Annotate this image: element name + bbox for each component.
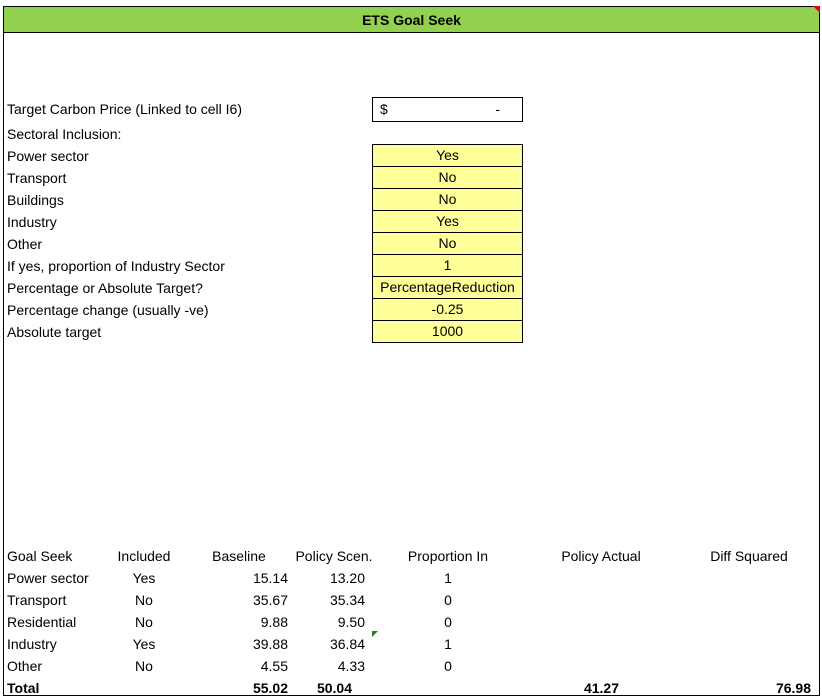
table-cell-proportion: 1 [444,570,452,586]
total-baseline: 55.02 [252,680,288,696]
currency-symbol: $ [380,101,388,117]
total-policy-actual: 41.27 [583,680,619,696]
input-cell-buildings[interactable]: No [372,188,523,211]
col-header-included: Included [117,548,171,564]
table-cell-proportion: 0 [444,614,452,630]
total-diff-squared: 76.98 [775,680,811,696]
input-label-absolute-target: Absolute target [7,324,102,340]
input-cell-absolute-target[interactable]: 1000 [372,320,523,343]
total-policy: 50.04 [316,680,352,696]
table-cell-included: Yes [132,570,156,586]
input-label-industry-proportion: If yes, proportion of Industry Sector [7,258,225,274]
table-cell-policy: 13.20 [329,570,365,586]
input-cell-percentage-change[interactable]: -0.25 [372,298,523,321]
input-cell-power[interactable]: Yes [372,144,523,167]
input-label-power: Power sector [7,148,89,164]
error-indicator-icon [372,631,378,637]
table-cell-baseline: 15.14 [252,570,288,586]
input-label-buildings: Buildings [7,192,64,208]
col-header-policy-actual: Policy Actual [561,548,641,564]
sheet-title: ETS Goal Seek [3,6,820,33]
table-cell-included: No [135,658,153,674]
target-price-label: Target Carbon Price (Linked to cell I6) [7,101,242,117]
table-cell-proportion: 1 [444,636,452,652]
col-header-goal-seek: Goal Seek [7,548,73,564]
table-cell-policy: 4.33 [337,658,365,674]
table-row-label: Industry [7,636,57,652]
target-price-value: - [495,101,500,117]
table-row-label: Residential [7,614,77,630]
col-header-baseline: Baseline [212,548,266,564]
input-label-transport: Transport [7,170,67,186]
table-cell-included: No [135,592,153,608]
total-label: Total [7,680,40,696]
table-cell-policy: 36.84 [329,636,365,652]
input-label-industry: Industry [7,214,57,230]
table-cell-proportion: 0 [444,658,452,674]
table-row-label: Other [7,658,43,674]
input-cell-industry[interactable]: Yes [372,210,523,233]
col-header-policy-scen: Policy Scen. [295,548,373,564]
sectoral-inclusion-label: Sectoral Inclusion: [7,126,122,142]
table-cell-policy: 9.50 [337,614,365,630]
input-cell-target-type[interactable]: PercentageReduction [372,276,523,299]
input-label-percentage-change: Percentage change (usually -ve) [7,302,209,318]
col-header-proportion-in: Proportion In [407,548,489,564]
table-cell-included: Yes [132,636,156,652]
input-cell-transport[interactable]: No [372,166,523,189]
input-cell-industry-proportion[interactable]: 1 [372,254,523,277]
table-cell-baseline: 9.88 [260,614,288,630]
table-cell-baseline: 39.88 [252,636,288,652]
table-cell-included: No [135,614,153,630]
table-row-label: Power sector [7,570,89,586]
input-label-other: Other [7,236,43,252]
table-cell-baseline: 35.67 [252,592,288,608]
comment-indicator-icon [813,6,820,13]
table-cell-proportion: 0 [444,592,452,608]
table-cell-policy: 35.34 [329,592,365,608]
table-row-label: Transport [7,592,67,608]
table-cell-baseline: 4.55 [260,658,288,674]
input-label-target-type: Percentage or Absolute Target? [7,280,203,296]
col-header-diff-squared: Diff Squared [710,548,788,564]
input-cell-other[interactable]: No [372,232,523,255]
target-price-cell[interactable]: $ - [372,97,523,122]
